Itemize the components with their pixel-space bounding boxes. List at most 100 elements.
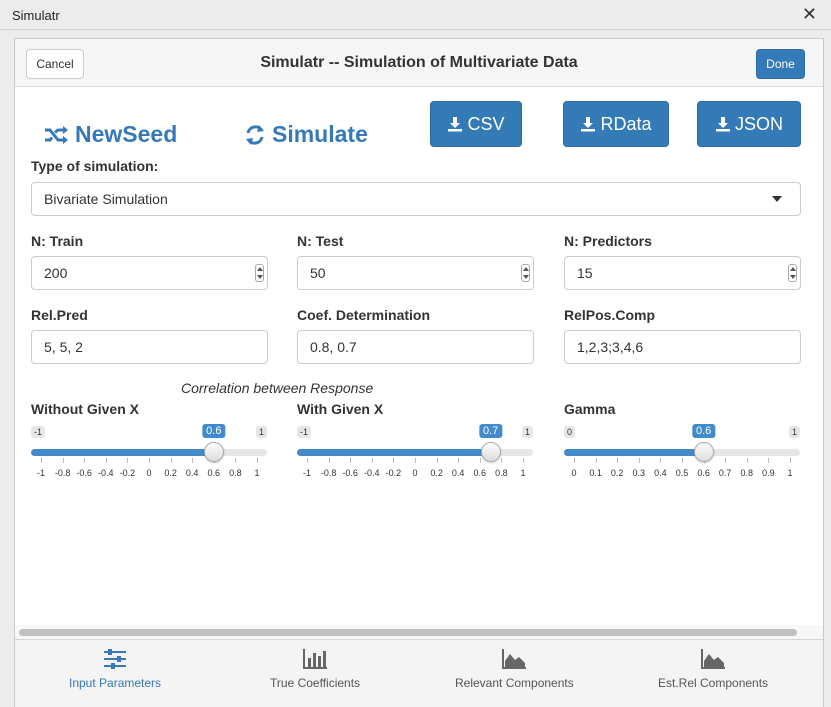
- slider-tick: [682, 458, 683, 463]
- simulate-label: Simulate: [272, 121, 368, 147]
- slider-min-label: -1: [31, 426, 46, 438]
- coef-det-value: 0.8, 0.7: [310, 339, 357, 355]
- n-train-input[interactable]: 200: [31, 256, 268, 290]
- slider-tick: [790, 458, 791, 463]
- slider-tick: [105, 458, 107, 463]
- slider-tick-label: 1: [787, 468, 793, 478]
- stepper-icon[interactable]: [788, 264, 797, 282]
- newseed-label: NewSeed: [75, 121, 178, 147]
- horizontal-scrollbar[interactable]: [19, 629, 797, 636]
- n-test-input[interactable]: 50: [297, 256, 534, 290]
- sim-type-label: Type of simulation:: [31, 158, 159, 174]
- slider-tick: [746, 458, 748, 463]
- stepper-icon[interactable]: [255, 264, 264, 282]
- slider-tick: [638, 458, 640, 463]
- csv-label: CSV: [467, 113, 505, 134]
- simulate-button[interactable]: Simulate: [244, 121, 368, 148]
- refresh-icon: [246, 124, 264, 145]
- slider-value-badge: 0.6: [691, 424, 716, 438]
- slider-tick: [617, 458, 619, 463]
- slider-tick: [371, 458, 373, 463]
- simulatr-window: Simulatr ✕ Cancel Simulatr -- Simulation…: [0, 0, 831, 707]
- window-title: Simulatr: [12, 8, 60, 23]
- slider-tick-label: 1: [520, 468, 526, 478]
- close-icon[interactable]: ✕: [802, 4, 817, 25]
- slider-tick-label: 0.2: [430, 468, 443, 478]
- slider-tick-label: 0.2: [164, 468, 177, 478]
- stepper-icon[interactable]: [521, 264, 530, 282]
- gadget-frame: Cancel Simulatr -- Simulation of Multiva…: [14, 38, 824, 707]
- with-x-slider[interactable]: -1 1 0.7 -1 -0.8 -0.6 -0.4 -0.2 0 0.2 0.4 0.6 0.8 1: [297, 423, 533, 483]
- without-x-slider[interactable]: -1 1 0.6 -1 -0.8 -0.6 -0.4 -0.2 0 0.2 0.4 0.6 0.8 1: [31, 423, 267, 483]
- relpos-comp-input[interactable]: 1,2,3;3,4,6: [564, 330, 801, 364]
- slider-tick-label: 0.2: [610, 468, 624, 478]
- slider-tick-label: 0.5: [675, 468, 689, 478]
- slider-value-badge: 0.6: [202, 424, 226, 438]
- slider-tick-label: 0.8: [495, 468, 508, 478]
- download-json-button[interactable]: JSON: [697, 101, 801, 147]
- sliders-icon: [104, 649, 127, 669]
- slider-tick: [235, 458, 237, 463]
- n-test-label: N: Test: [297, 233, 344, 249]
- tab-input-parameters[interactable]: Input Parameters: [69, 648, 161, 690]
- slider-handle[interactable]: [480, 442, 501, 462]
- slider-tick: [725, 458, 727, 463]
- slider-tick-label: -0.8: [320, 468, 337, 478]
- slider-tick: [436, 458, 438, 463]
- slider-handle[interactable]: [693, 442, 714, 462]
- slider-tick: [149, 458, 150, 463]
- download-csv-button[interactable]: CSV: [430, 101, 522, 147]
- n-test-value: 50: [310, 265, 326, 281]
- relpos-comp-label: RelPos.Comp: [564, 307, 656, 323]
- coef-det-label: Coef. Determination: [297, 307, 431, 323]
- slider-tick-label: 0.7: [718, 468, 732, 478]
- slider-tick-label: 1: [254, 468, 260, 478]
- rel-pred-input[interactable]: 5, 5, 2: [31, 330, 268, 364]
- n-predictors-label: N: Predictors: [564, 233, 652, 249]
- slider-tick: [574, 458, 575, 463]
- slider-tick: [307, 458, 308, 463]
- without-x-label: Without Given X: [31, 401, 139, 417]
- slider-tick-label: 0.1: [589, 468, 602, 478]
- bar-chart-icon: [303, 649, 328, 669]
- download-icon: [448, 117, 463, 132]
- slider-tick: [192, 458, 194, 463]
- rdata-label: RData: [600, 113, 652, 134]
- tab-relevant-components[interactable]: Relevant Components: [455, 648, 574, 690]
- slider-tick: [62, 458, 64, 463]
- slider-tick-label: 0: [571, 468, 577, 478]
- slider-fill: [297, 449, 491, 456]
- tab-label: Relevant Components: [455, 676, 574, 690]
- slider-tick-label: 0.6: [473, 468, 487, 478]
- slider-tick: [479, 458, 481, 463]
- rel-pred-value: 5, 5, 2: [44, 339, 83, 355]
- slider-tick-label: 0: [412, 468, 418, 478]
- download-icon: [581, 117, 596, 132]
- slider-tick: [328, 458, 330, 463]
- slider-min-label: 0: [564, 426, 576, 438]
- tab-est-rel-components[interactable]: Est.Rel Components: [658, 648, 768, 690]
- n-predictors-value: 15: [577, 265, 593, 281]
- n-predictors-input[interactable]: 15: [564, 256, 801, 290]
- slider-max-label: 1: [788, 426, 800, 438]
- gadget-header: Cancel Simulatr -- Simulation of Multiva…: [15, 39, 823, 87]
- slider-tick: [257, 458, 258, 463]
- json-label: JSON: [734, 113, 783, 134]
- slider-tick: [170, 458, 172, 463]
- gamma-label: Gamma: [564, 401, 616, 417]
- relpos-comp-value: 1,2,3;3,4,6: [577, 339, 644, 355]
- slider-tick: [127, 458, 129, 463]
- gamma-slider[interactable]: 0 1 0.6 0 0.1 0.2 0.3 0.4 0.5 0.6 0.7 0.8 0.9 1: [564, 423, 800, 483]
- slider-max-label: 1: [521, 426, 533, 438]
- slider-tick-label: 0: [146, 468, 152, 478]
- tab-label: Input Parameters: [69, 676, 162, 690]
- slider-handle[interactable]: [203, 442, 224, 462]
- done-button[interactable]: Done: [756, 49, 805, 79]
- newseed-button[interactable]: NewSeed: [43, 121, 177, 148]
- coef-det-input[interactable]: 0.8, 0.7: [297, 330, 534, 364]
- slider-tick-label: 0.6: [207, 468, 221, 478]
- correlation-title: Correlation between Response: [181, 380, 374, 396]
- tab-true-coefficients[interactable]: True Coefficients: [270, 648, 360, 690]
- sim-type-select[interactable]: Bivariate Simulation: [31, 182, 801, 216]
- download-rdata-button[interactable]: RData: [563, 101, 669, 147]
